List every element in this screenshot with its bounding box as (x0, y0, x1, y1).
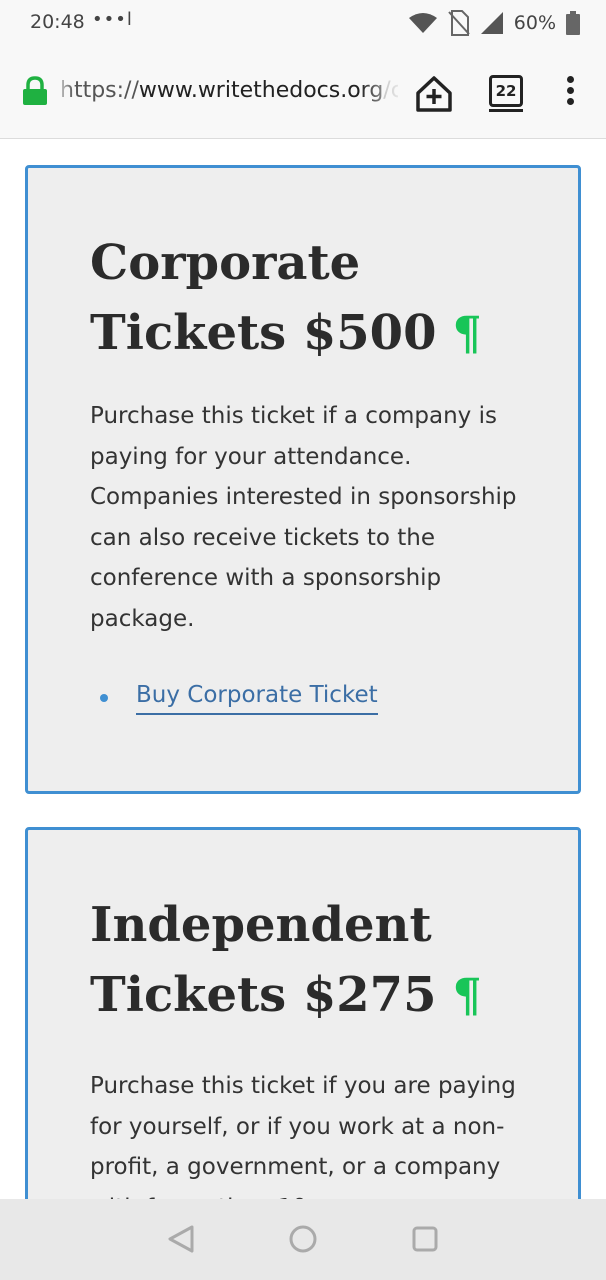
corporate-ticket-description: Purchase this ticket if a company is pay… (90, 403, 517, 632)
independent-ticket-heading: Independent Tickets $275 ¶ (90, 890, 550, 1030)
heading-line-2: Tickets $275 (90, 967, 437, 1023)
battery-icon (566, 11, 580, 35)
permalink-icon[interactable]: ¶ (452, 306, 481, 360)
home-circle-icon (289, 1225, 317, 1253)
status-bar: 20:48 •••l 60% (0, 0, 606, 46)
url-path: /co (383, 78, 398, 103)
battery-percent: 60% (513, 12, 556, 34)
url-scheme: https:// (60, 78, 139, 103)
browser-toolbar: https://www.writethedocs.org/co 22 (0, 46, 606, 139)
back-triangle-icon (168, 1225, 194, 1253)
url-domain: www.writethedocs.org (138, 78, 384, 103)
no-sim-icon (448, 10, 470, 36)
heading-line-1: Corporate (90, 235, 361, 291)
signal-icon (480, 12, 503, 34)
wifi-icon (408, 13, 437, 33)
home-add-icon (416, 76, 452, 112)
back-button[interactable] (166, 1224, 196, 1254)
lock-icon (23, 76, 47, 105)
recents-square-icon (412, 1226, 438, 1252)
system-nav-bar (0, 1199, 606, 1280)
recents-button[interactable] (410, 1224, 440, 1254)
tabs-underline (489, 109, 523, 112)
permalink-icon[interactable]: ¶ (452, 968, 481, 1022)
home-button[interactable] (288, 1224, 318, 1254)
corporate-ticket-heading: Corporate Tickets $500 ¶ (90, 228, 550, 368)
list-bullet (100, 694, 108, 702)
tabs-button[interactable]: 22 (487, 73, 523, 113)
status-time: 20:48 (30, 11, 85, 33)
independent-ticket-card: Independent Tickets $275 ¶ Purchase this … (25, 827, 581, 1253)
url-field[interactable]: https://www.writethedocs.org/co (60, 78, 398, 103)
tabs-count-icon: 22 (489, 75, 523, 107)
corporate-ticket-card: Corporate Tickets $500 ¶ Purchase this ti… (25, 165, 581, 794)
buy-corporate-ticket-link[interactable]: Buy Corporate Ticket (136, 680, 378, 715)
notification-dots: •••l (92, 9, 133, 30)
heading-line-2: Tickets $500 (90, 305, 437, 361)
status-icons: 60% (408, 8, 580, 38)
add-to-home-button[interactable] (414, 74, 454, 114)
heading-line-1: Independent (90, 897, 432, 953)
more-vertical-icon[interactable] (562, 76, 578, 112)
